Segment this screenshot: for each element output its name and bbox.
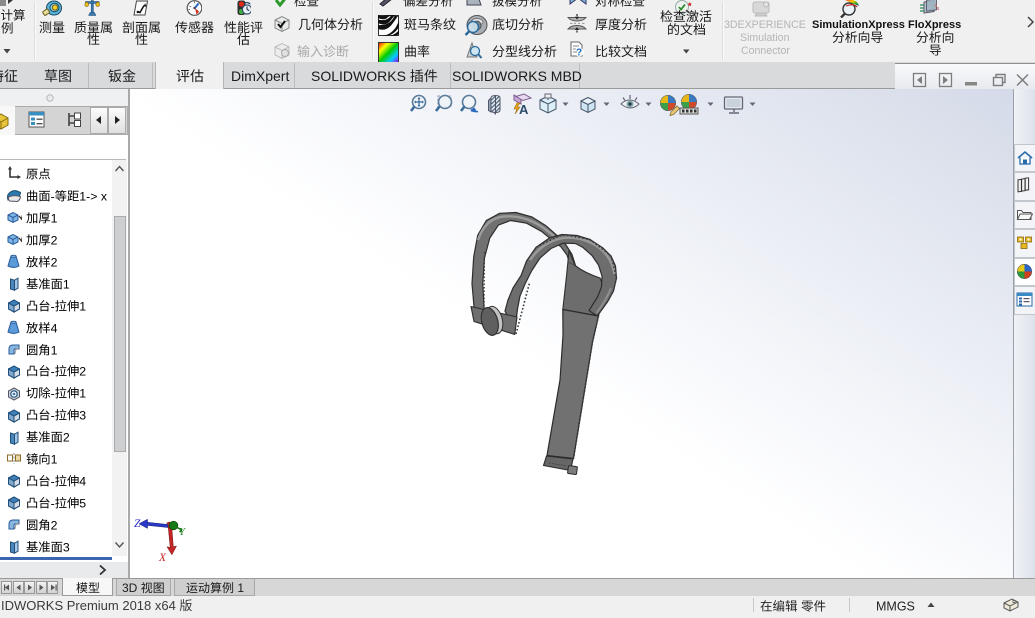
svg-text:1: 1 xyxy=(63,277,70,291)
svg-text:IDWORKS Premium 2018 x64: IDWORKS Premium 2018 x64 xyxy=(1,598,179,613)
svg-text:3: 3 xyxy=(63,540,70,554)
svg-text:1: 1 xyxy=(51,343,58,357)
svg-text:1: 1 xyxy=(51,453,58,467)
svg-text:-: - xyxy=(51,365,55,379)
svg-text:4: 4 xyxy=(51,321,58,335)
svg-text:-: - xyxy=(51,475,55,489)
svg-text:DimXpert: DimXpert xyxy=(231,68,289,84)
svg-text:-: - xyxy=(51,189,55,203)
svg-text:4: 4 xyxy=(79,475,86,489)
svg-text:Y: Y xyxy=(179,527,186,538)
svg-text:3D: 3D xyxy=(122,581,141,595)
svg-text:1: 1 xyxy=(234,581,244,595)
svg-text:MMGS: MMGS xyxy=(876,600,915,614)
svg-text:2: 2 xyxy=(51,255,58,269)
svg-text:2: 2 xyxy=(51,518,58,532)
svg-text:-: - xyxy=(51,387,55,401)
svg-text:1: 1 xyxy=(79,387,86,401)
svg-text:Z: Z xyxy=(134,518,141,530)
svg-text:2: 2 xyxy=(51,233,58,247)
svg-text:?: ? xyxy=(576,48,582,59)
svg-text:1: 1 xyxy=(79,299,86,313)
svg-text:FloXpress: FloXpress xyxy=(908,19,961,31)
svg-text:2: 2 xyxy=(79,365,86,379)
svg-text:3: 3 xyxy=(79,409,86,423)
svg-text:-: - xyxy=(51,409,55,423)
svg-text:SimulationXpress: SimulationXpress xyxy=(812,19,905,31)
svg-text:SOLIDWORKS: SOLIDWORKS xyxy=(311,68,410,84)
svg-text:-: - xyxy=(51,496,55,510)
svg-text:3DEXPERIENCE: 3DEXPERIENCE xyxy=(724,18,806,30)
svg-text:1: 1 xyxy=(51,211,58,225)
svg-text:1-> x: 1-> x xyxy=(79,189,108,203)
svg-text:SOLIDWORKS MBD: SOLIDWORKS MBD xyxy=(452,68,582,84)
svg-text:-: - xyxy=(51,299,55,313)
svg-text:Simulation: Simulation xyxy=(740,32,790,44)
svg-text:X: X xyxy=(158,552,167,564)
svg-text:2: 2 xyxy=(63,431,70,445)
svg-text:5: 5 xyxy=(79,496,86,510)
svg-text:Connector: Connector xyxy=(741,45,790,57)
